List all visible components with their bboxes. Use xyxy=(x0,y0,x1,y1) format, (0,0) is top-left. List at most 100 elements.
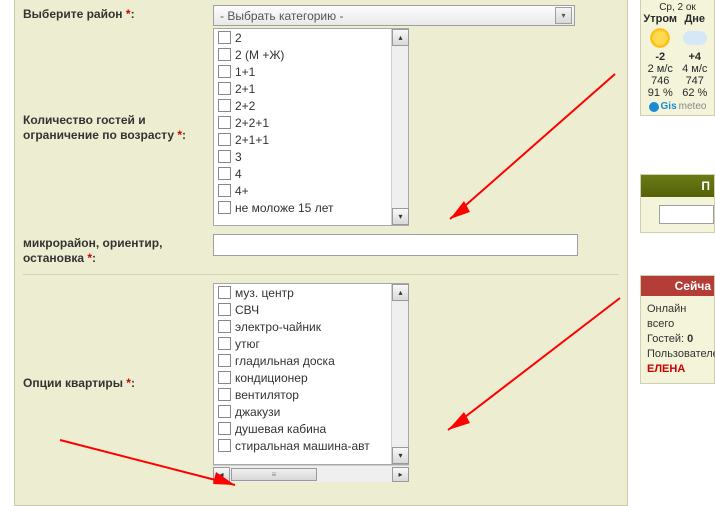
list-item-label: 3 xyxy=(235,150,242,164)
weather-humidity: 62 % xyxy=(678,87,713,99)
list-item[interactable]: 4 xyxy=(214,165,392,182)
checkbox[interactable] xyxy=(218,405,231,418)
checkbox[interactable] xyxy=(218,286,231,299)
checkbox[interactable] xyxy=(218,116,231,129)
checkbox[interactable] xyxy=(218,133,231,146)
weather-date: Ср, 2 ок xyxy=(641,2,714,13)
online-total: Онлайн всего xyxy=(647,302,708,332)
list-item[interactable]: 2+1 xyxy=(214,80,392,97)
label-guests: Количество гостей и ограничение по возра… xyxy=(23,111,213,143)
row-options: Опции квартиры *: муз. центр СВЧ электро-ч… xyxy=(23,283,619,482)
checkbox[interactable] xyxy=(218,371,231,384)
list-item-label: 2 xyxy=(235,31,242,45)
list-item[interactable]: 2+2 xyxy=(214,97,392,114)
checkbox[interactable] xyxy=(218,82,231,95)
list-item[interactable]: СВЧ xyxy=(214,301,392,318)
checkbox[interactable] xyxy=(218,388,231,401)
scroll-down-icon[interactable]: ▾ xyxy=(392,447,409,464)
list-item[interactable]: электро-чайник xyxy=(214,318,392,335)
list-item-label: утюг xyxy=(235,337,260,351)
list-item[interactable]: джакузи xyxy=(214,403,392,420)
checkbox[interactable] xyxy=(218,184,231,197)
list-item-label: 2 (М +Ж) xyxy=(235,48,284,62)
checkbox[interactable] xyxy=(218,99,231,112)
list-item-label: не моложе 15 лет xyxy=(235,201,333,215)
list-item-label: муз. центр xyxy=(235,286,294,300)
label-district: Выберите район *: xyxy=(23,5,213,22)
online-user-name[interactable]: ЕЛЕНА xyxy=(647,362,708,377)
scroll-right-icon[interactable]: ▸ xyxy=(392,467,409,482)
list-item[interactable]: кондиционер xyxy=(214,369,392,386)
list-item[interactable]: гладильная доска xyxy=(214,352,392,369)
micro-input[interactable] xyxy=(213,234,578,256)
list-item[interactable]: душевая кабина xyxy=(214,420,392,437)
list-item[interactable]: вентилятор xyxy=(214,386,392,403)
label-options: Опции квартиры *: xyxy=(23,374,213,391)
online-users-label: Пользователе xyxy=(647,347,708,362)
scroll-down-icon[interactable]: ▾ xyxy=(392,208,409,225)
list-item[interactable]: 2+2+1 xyxy=(214,114,392,131)
weather-col-morning: Утром xyxy=(643,13,677,25)
row-district: Выберите район *: - Выбрать категорию - … xyxy=(23,5,619,26)
list-item-label: СВЧ xyxy=(235,303,259,317)
options-hscrollbar[interactable]: ◂ ≡ ▸ xyxy=(213,465,409,482)
list-item-label: 2+2+1 xyxy=(235,116,269,130)
list-item[interactable]: 2 (М +Ж) xyxy=(214,46,392,63)
checkbox[interactable] xyxy=(218,201,231,214)
weather-wind: 2 м/с xyxy=(643,63,678,75)
list-item[interactable]: муз. центр xyxy=(214,284,392,301)
gismeteo-icon xyxy=(649,102,659,112)
list-item[interactable]: стиральная машина-авт xyxy=(214,437,392,454)
search-input[interactable] xyxy=(659,205,714,224)
guests-scrollbar[interactable]: ▴ ▾ xyxy=(391,29,408,225)
chevron-down-icon[interactable]: ▾ xyxy=(555,7,572,24)
list-item-label: 4+ xyxy=(235,184,249,198)
scroll-up-icon[interactable]: ▴ xyxy=(392,284,409,301)
list-item[interactable]: 1+1 xyxy=(214,63,392,80)
hscroll-thumb[interactable]: ≡ xyxy=(231,468,317,481)
guests-listbox[interactable]: 2 2 (М +Ж)1+1 2+12+2 2+2+12+1+1 3 4 4+ не молож… xyxy=(213,28,409,226)
weather-humidity: 91 % xyxy=(643,87,678,99)
weather-pressure: 746 xyxy=(643,75,678,87)
options-listbox[interactable]: муз. центр СВЧ электро-чайник утюггладильна… xyxy=(213,283,409,465)
checkbox[interactable] xyxy=(218,320,231,333)
list-item[interactable]: не моложе 15 лет xyxy=(214,199,392,216)
district-select[interactable]: - Выбрать категорию - ▾ xyxy=(213,5,575,26)
checkbox[interactable] xyxy=(218,337,231,350)
weather-col-day: Дне xyxy=(684,13,705,25)
list-item[interactable]: 2 xyxy=(214,29,392,46)
list-item-label: электро-чайник xyxy=(235,320,321,334)
checkbox[interactable] xyxy=(218,422,231,435)
weather-widget: Ср, 2 ок Утром Дне -2 +4 2 м/с 4 м/с 746… xyxy=(640,0,715,116)
district-select-value: - Выбрать категорию - xyxy=(220,9,343,23)
gismeteo-link[interactable]: Gismeteo xyxy=(641,101,714,112)
weather-temp: -2 xyxy=(655,51,665,63)
checkbox[interactable] xyxy=(218,31,231,44)
list-item[interactable]: утюг xyxy=(214,335,392,352)
checkbox[interactable] xyxy=(218,439,231,452)
section-divider xyxy=(23,274,619,275)
checkbox[interactable] xyxy=(218,150,231,163)
checkbox[interactable] xyxy=(218,354,231,367)
options-scrollbar[interactable]: ▴ ▾ xyxy=(391,284,408,464)
checkbox[interactable] xyxy=(218,167,231,180)
online-guests: Гостей: 0 xyxy=(647,332,708,347)
weather-wind: 4 м/с xyxy=(678,63,713,75)
scroll-up-icon[interactable]: ▴ xyxy=(392,29,409,46)
list-item[interactable]: 2+1+1 xyxy=(214,131,392,148)
list-item-label: 2+1 xyxy=(235,82,255,96)
weather-temp: +4 xyxy=(688,51,701,63)
weather-pressure: 747 xyxy=(678,75,713,87)
list-item-label: 4 xyxy=(235,167,242,181)
checkbox[interactable] xyxy=(218,303,231,316)
row-micro: микрорайон, ориентир, остановка *: xyxy=(23,234,619,266)
row-guests: Количество гостей и ограничение по возра… xyxy=(23,28,619,226)
list-item[interactable]: 3 xyxy=(214,148,392,165)
online-panel: Сейча Онлайн всего Гостей: 0 Пользовател… xyxy=(640,275,715,384)
list-item[interactable]: 4+ xyxy=(214,182,392,199)
list-item-label: джакузи xyxy=(235,405,280,419)
label-micro: микрорайон, ориентир, остановка *: xyxy=(23,234,213,266)
checkbox[interactable] xyxy=(218,48,231,61)
checkbox[interactable] xyxy=(218,65,231,78)
scroll-left-icon[interactable]: ◂ xyxy=(213,467,230,482)
